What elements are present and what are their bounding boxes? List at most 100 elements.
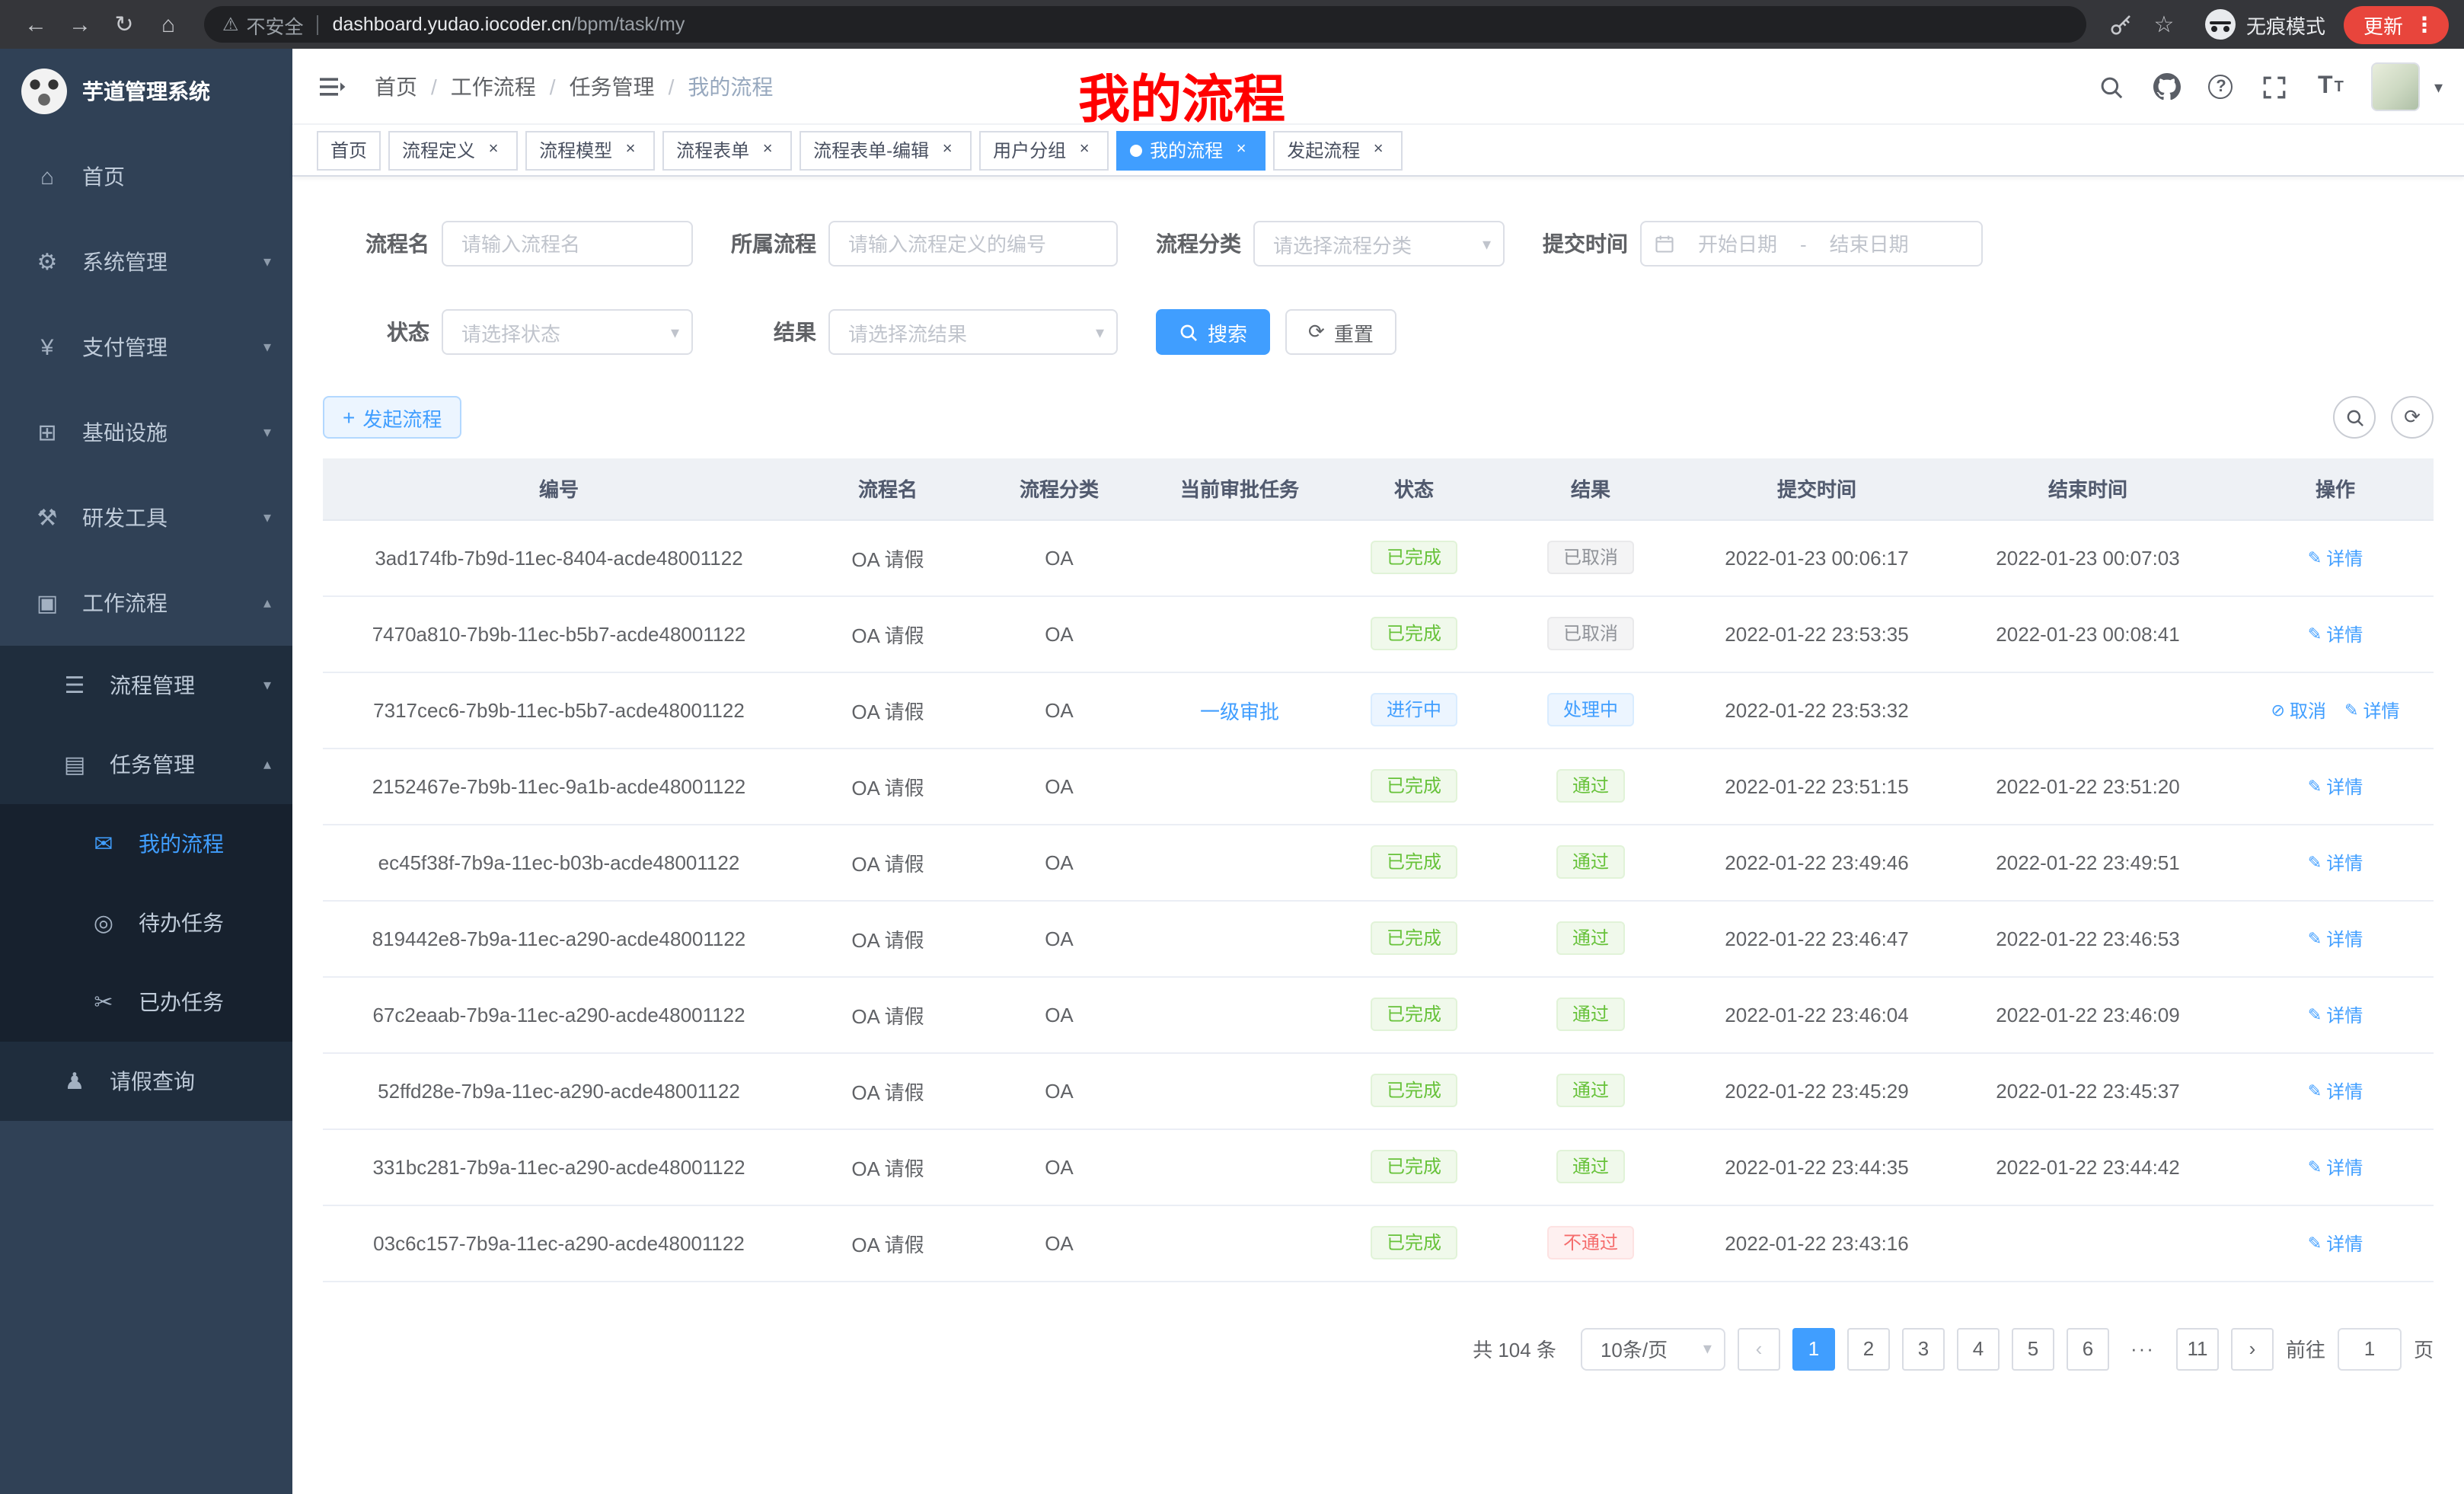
pagination-page[interactable]: 5 (2012, 1327, 2054, 1370)
hamburger-icon[interactable] (317, 69, 350, 103)
pagination-ellipsis[interactable]: ··· (2121, 1327, 2164, 1370)
close-icon[interactable]: × (1074, 139, 1095, 161)
start-date-input[interactable] (1681, 232, 1794, 255)
search-button[interactable]: 搜索 (1156, 309, 1270, 355)
breadcrumb-item[interactable]: 任务管理 (570, 71, 655, 101)
sidebar-item[interactable]: ⌂首页 (0, 134, 292, 219)
result-badge: 通过 (1557, 998, 1624, 1031)
cell-result: 通过 (1486, 900, 1695, 976)
avatar[interactable] (2372, 62, 2421, 111)
tab[interactable]: 流程定义× (388, 130, 518, 170)
table-search-icon[interactable] (2333, 396, 2376, 439)
result-select[interactable]: 请选择流结果 ▾ (828, 309, 1118, 355)
pagination-prev[interactable]: ‹ (1738, 1327, 1780, 1370)
search-icon[interactable] (2096, 72, 2127, 102)
sidebar-item[interactable]: ♟请假查询 (0, 1042, 292, 1121)
pagination-next[interactable]: › (2231, 1327, 2274, 1370)
address-bar[interactable]: ⚠ 不安全 dashboard.yudao.iocoder.cn/bpm/tas… (204, 6, 2086, 43)
app-header: 首页/工作流程/任务管理/我的流程 ? TT ▾ (292, 49, 2464, 125)
cell-task (1138, 900, 1342, 976)
detail-link[interactable]: ✎详情 (2308, 849, 2363, 875)
gear-icon: ⚙ (30, 248, 64, 276)
sidebar-item[interactable]: ▤任务管理▴ (0, 725, 292, 804)
breadcrumb-item[interactable]: 工作流程 (451, 71, 536, 101)
cell-result: 通过 (1486, 824, 1695, 900)
detail-link[interactable]: ✎详情 (2308, 773, 2363, 799)
pagination-page[interactable]: 4 (1957, 1327, 2000, 1370)
detail-link[interactable]: ✎详情 (2308, 621, 2363, 646)
pagination-page[interactable]: 11 (2176, 1327, 2219, 1370)
cell-end-time (1939, 672, 2237, 748)
fullscreen-icon[interactable] (2259, 72, 2290, 102)
sidebar-item[interactable]: ◎待办任务 (0, 883, 292, 962)
tab-label: 流程模型 (539, 137, 612, 163)
detail-link[interactable]: ✎详情 (2308, 1001, 2363, 1027)
end-time: 2022-01-22 23:46:09 (1996, 1003, 2179, 1026)
sidebar-item-label: 请假查询 (110, 1066, 271, 1097)
pagination-page[interactable]: 6 (2067, 1327, 2109, 1370)
detail-link[interactable]: ✎详情 (2308, 1230, 2363, 1256)
result-label: 结果 (731, 317, 816, 347)
cell-id: ec45f38f-7b9a-11ec-b03b-acde48001122 (323, 824, 795, 900)
detail-link[interactable]: ✎详情 (2308, 1154, 2363, 1180)
detail-link[interactable]: ✎详情 (2308, 1077, 2363, 1103)
table-row: 3ad174fb-7b9d-11ec-8404-acde48001122OA 请… (323, 519, 2434, 595)
cancel-link[interactable]: ⊘取消 (2271, 697, 2326, 723)
page-size-select[interactable]: 10条/页 ▾ (1581, 1327, 1725, 1370)
close-icon[interactable]: × (1230, 139, 1252, 161)
sidebar-item[interactable]: ¥支付管理▾ (0, 305, 292, 390)
detail-link[interactable]: ✎详情 (2308, 925, 2363, 951)
sidebar-item[interactable]: ☰流程管理▾ (0, 646, 292, 725)
process-def-input[interactable] (828, 221, 1118, 267)
close-icon[interactable]: × (937, 139, 958, 161)
detail-link[interactable]: ✎详情 (2344, 697, 2399, 723)
help-icon[interactable]: ? (2209, 75, 2233, 99)
chevron-down-icon[interactable]: ▾ (2434, 77, 2443, 97)
create-process-button[interactable]: + 发起流程 (323, 396, 461, 439)
chevron-down-icon: ▾ (263, 424, 271, 441)
category-select[interactable]: 请选择流程分类 ▾ (1253, 221, 1505, 267)
reset-button[interactable]: ⟳ 重置 (1285, 309, 1396, 355)
action-label: 详情 (2363, 697, 2399, 723)
table-row: 7317cec6-7b9b-11ec-b5b7-acde48001122OA 请… (323, 672, 2434, 748)
close-icon[interactable]: × (757, 139, 778, 161)
key-icon[interactable] (2102, 5, 2141, 44)
current-task-link[interactable]: 一级审批 (1200, 700, 1279, 723)
browser-back-icon[interactable]: ← (15, 4, 56, 45)
sidebar-item[interactable]: ▣工作流程▴ (0, 560, 292, 646)
close-icon[interactable]: × (1368, 139, 1389, 161)
bookmark-star-icon[interactable]: ☆ (2144, 5, 2184, 44)
tab[interactable]: 发起流程× (1273, 130, 1403, 170)
tab[interactable]: 流程模型 × (525, 130, 655, 170)
github-icon[interactable] (2153, 72, 2183, 102)
pagination-page[interactable]: 1 (1792, 1327, 1835, 1370)
goto-page-input[interactable] (2338, 1327, 2402, 1370)
sidebar-item[interactable]: ⚒研发工具▾ (0, 475, 292, 560)
status-select[interactable]: 请选择状态 ▾ (442, 309, 693, 355)
end-date-input[interactable] (1813, 232, 1926, 255)
sidebar-item[interactable]: ✉我的流程 (0, 804, 292, 883)
browser-menu-icon[interactable]: ⋮ (2414, 11, 2435, 37)
close-icon[interactable]: × (483, 139, 504, 161)
sidebar-item[interactable]: ✂已办任务 (0, 962, 292, 1042)
tab[interactable]: 流程表单-编辑× (800, 130, 972, 170)
detail-link[interactable]: ✎详情 (2308, 544, 2363, 570)
browser-forward-icon[interactable]: → (59, 4, 101, 45)
tab[interactable]: 首页 (317, 130, 381, 170)
pagination-page[interactable]: 2 (1847, 1327, 1890, 1370)
breadcrumb-item[interactable]: 首页 (375, 71, 417, 101)
close-icon[interactable]: × (620, 139, 641, 161)
table-refresh-icon[interactable]: ⟳ (2391, 396, 2434, 439)
update-button[interactable]: 更新 ⋮ (2344, 5, 2449, 43)
browser-refresh-icon[interactable]: ↻ (104, 4, 145, 45)
tab[interactable]: 我的流程× (1116, 130, 1266, 170)
sidebar-item[interactable]: ⚙系统管理▾ (0, 219, 292, 305)
submit-time-range-picker[interactable]: - (1640, 221, 1983, 267)
tab[interactable]: 流程表单× (662, 130, 792, 170)
sidebar-item[interactable]: ⊞基础设施▾ (0, 390, 292, 475)
tab[interactable]: 用户分组× (979, 130, 1109, 170)
pagination-page[interactable]: 3 (1902, 1327, 1945, 1370)
font-size-icon[interactable]: TT (2316, 72, 2346, 102)
browser-home-icon[interactable]: ⌂ (148, 4, 189, 45)
process-name-input[interactable] (442, 221, 693, 267)
